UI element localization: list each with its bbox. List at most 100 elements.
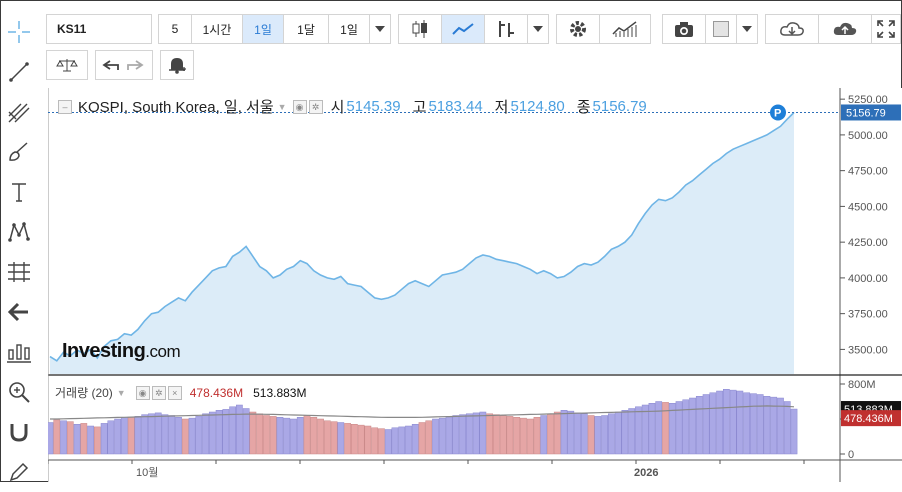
balance-icon[interactable] xyxy=(46,50,88,80)
close-icon[interactable]: × xyxy=(167,385,182,400)
volume-bar xyxy=(161,414,169,455)
y-tick-label: 3750.00 xyxy=(848,309,888,321)
volume-bar xyxy=(411,424,419,455)
settings-icon[interactable]: ✲ xyxy=(308,99,323,114)
area-chart-icon[interactable] xyxy=(441,14,485,44)
volume-bar xyxy=(141,414,149,455)
volume-bar xyxy=(479,411,487,455)
volume-bar xyxy=(486,413,493,455)
volume-bar xyxy=(452,415,460,455)
volume-value-1: 478.436M xyxy=(189,385,244,400)
close-label: 종 xyxy=(576,99,591,116)
measure-icon[interactable] xyxy=(0,252,38,292)
volume-value-2: 513.883M xyxy=(253,385,307,400)
volume-bar xyxy=(175,417,182,455)
chevron-down-icon[interactable] xyxy=(736,14,758,44)
chart-area[interactable]: 5250.00 5000.00 4750.00 4500.00 4250.00 4000.… xyxy=(46,88,902,482)
volume-bar xyxy=(513,417,521,455)
settings-icon[interactable]: ✲ xyxy=(151,385,166,400)
cloud-download-icon[interactable] xyxy=(765,14,819,44)
volume-bar xyxy=(493,414,500,455)
interval-5-button[interactable]: 5 xyxy=(158,14,192,44)
open-value: 5145.39 xyxy=(346,98,401,115)
volume-bar xyxy=(263,415,270,455)
volume-bar xyxy=(736,390,744,455)
interval-1d-button[interactable]: 1일 xyxy=(242,14,284,44)
marker-label: P xyxy=(774,107,781,119)
volume-bar xyxy=(202,413,209,455)
color-picker[interactable] xyxy=(705,14,737,44)
volume-bar xyxy=(553,411,561,455)
studies-icon[interactable] xyxy=(599,14,651,44)
volume-bar xyxy=(635,406,642,455)
volume-bar xyxy=(723,389,730,455)
interval-1mo-button[interactable]: 1달 xyxy=(283,14,329,44)
pencil-icon[interactable] xyxy=(0,452,38,492)
text-tool-icon[interactable] xyxy=(0,172,38,212)
candlestick-icon[interactable] xyxy=(398,14,442,44)
volume-bar xyxy=(100,423,108,455)
logo-main: Investing xyxy=(62,340,146,362)
volume-bar xyxy=(378,428,385,455)
volume-bar xyxy=(533,417,541,455)
volume-bar xyxy=(709,392,717,455)
bar-pattern-icon[interactable] xyxy=(0,332,38,372)
volume-label: 거래량 (20) xyxy=(55,386,113,400)
price-chart[interactable]: 5250.00 5000.00 4750.00 4500.00 4250.00 4000.… xyxy=(46,88,902,482)
symbol-input[interactable]: KS11 xyxy=(46,14,152,44)
indicator-icon[interactable] xyxy=(484,14,528,44)
legend-title: KOSPI, South Korea, 일, 서울 xyxy=(78,99,274,116)
investing-logo: Investing.com xyxy=(62,340,181,363)
volume-bar xyxy=(66,421,74,455)
eye-icon[interactable]: ◉ xyxy=(292,99,307,114)
fullscreen-icon[interactable] xyxy=(871,14,901,44)
volume-bar xyxy=(371,427,379,455)
volume-bar xyxy=(351,424,358,455)
fib-tool-icon[interactable] xyxy=(0,92,38,132)
redo-icon[interactable] xyxy=(127,60,144,70)
crosshair-icon[interactable] xyxy=(0,12,38,52)
interval-dropdown[interactable]: 1일 xyxy=(328,14,370,44)
y-tick-label: 3500.00 xyxy=(848,344,888,356)
chevron-down-icon[interactable] xyxy=(527,14,549,44)
volume-bar xyxy=(689,397,696,455)
interval-1h-button[interactable]: 1시간 xyxy=(191,14,243,44)
eye-icon[interactable]: ◉ xyxy=(135,385,150,400)
chevron-down-icon[interactable]: ▼ xyxy=(278,102,287,112)
undo-icon[interactable] xyxy=(102,60,119,70)
volume-bar xyxy=(750,393,757,455)
alert-bell-icon[interactable] xyxy=(160,50,194,80)
price-legend: – KOSPI, South Korea, 일, 서울 ▼ ◉ ✲ 시 5145… xyxy=(58,96,657,117)
gear-icon[interactable] xyxy=(556,14,600,44)
chevron-down-icon[interactable] xyxy=(369,14,391,44)
camera-icon[interactable] xyxy=(662,14,706,44)
y-tick-label: 4750.00 xyxy=(848,166,888,178)
pattern-icon[interactable] xyxy=(0,212,38,252)
volume-bar xyxy=(53,419,61,455)
volume-bar xyxy=(608,413,615,455)
magnet-icon[interactable] xyxy=(0,412,38,452)
brush-icon[interactable] xyxy=(0,132,38,172)
volume-bar xyxy=(560,410,568,455)
volume-bar xyxy=(756,394,764,455)
volume-bar xyxy=(344,423,351,455)
vol-tick-label: 0 xyxy=(848,449,854,461)
close-value: 5156.79 xyxy=(592,98,647,115)
volume-bar xyxy=(682,399,690,455)
low-value: 5124.80 xyxy=(510,98,565,115)
volume-bar xyxy=(716,390,723,455)
cloud-upload-icon[interactable] xyxy=(818,14,872,44)
volume-bar xyxy=(547,413,554,455)
arrow-left-icon[interactable] xyxy=(0,292,38,332)
x-tick-label: 2026 xyxy=(634,467,658,479)
volume-bar xyxy=(80,423,88,455)
volume-bar xyxy=(296,417,304,455)
volume-bar xyxy=(641,404,649,455)
chevron-down-icon[interactable]: ▼ xyxy=(117,388,126,398)
volume-bar xyxy=(323,420,331,455)
volume-bar xyxy=(520,417,527,455)
zoom-in-icon[interactable] xyxy=(0,372,38,412)
high-label: 고 xyxy=(412,99,427,116)
collapse-icon[interactable]: – xyxy=(58,99,72,114)
trend-line-icon[interactable] xyxy=(0,52,38,92)
